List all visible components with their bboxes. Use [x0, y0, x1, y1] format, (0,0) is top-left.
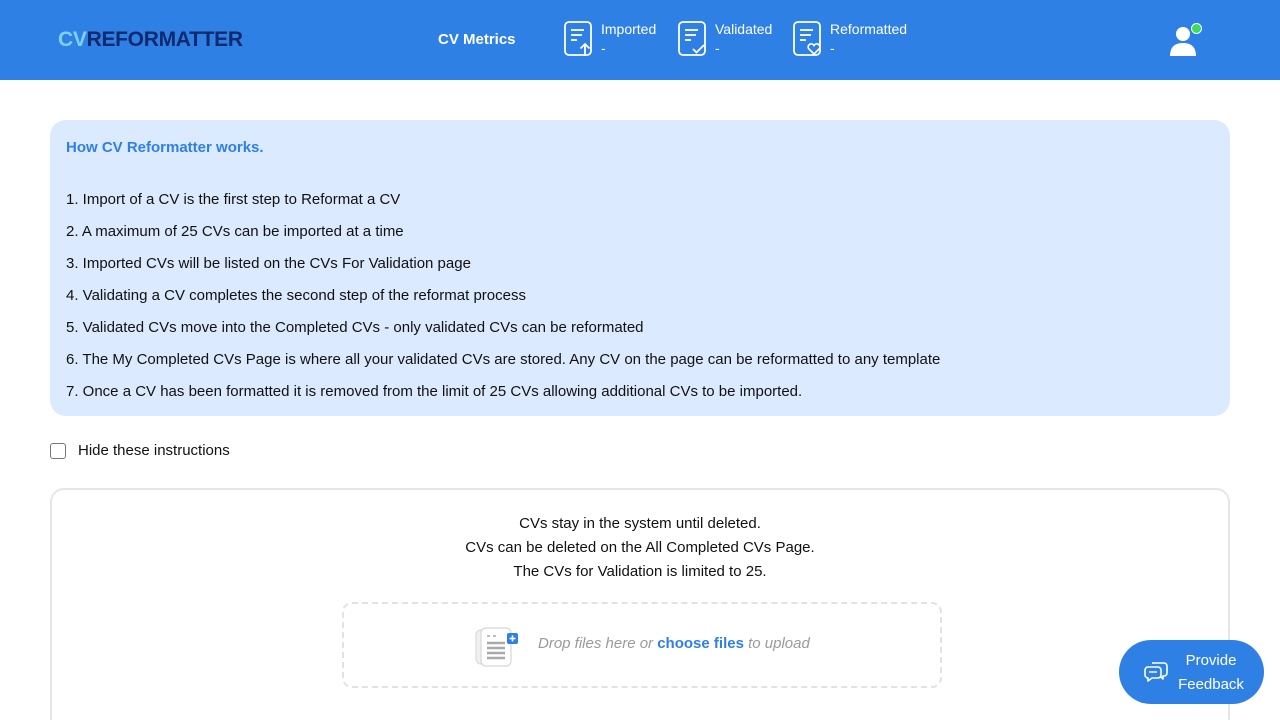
- upload-note: CVs can be deleted on the All Completed …: [465, 539, 815, 556]
- file-dropzone[interactable]: Drop files here or choose files to uploa…: [342, 602, 942, 688]
- metric-imported-label: Imported: [601, 21, 657, 37]
- document-upload-icon: [564, 21, 592, 56]
- instructions-panel: How CV Reformatter works. 1. Import of a…: [50, 120, 1230, 416]
- metric-validated-value: -: [715, 40, 720, 56]
- metric-reformatted-label: Reformatted: [830, 21, 908, 37]
- provide-feedback-button[interactable]: Provide Feedback: [1119, 640, 1264, 704]
- metric-reformatted-value: -: [830, 40, 835, 56]
- instruction-step: 2. A maximum of 25 CVs can be imported a…: [66, 223, 404, 240]
- choose-files-link[interactable]: choose files: [657, 635, 744, 652]
- app-logo[interactable]: CVREFORMATTER: [58, 28, 243, 52]
- document-heart-icon: [793, 21, 821, 56]
- instructions-title: How CV Reformatter works.: [66, 139, 264, 156]
- upload-note: The CVs for Validation is limited to 25.: [513, 563, 767, 580]
- chat-bubbles-icon: [1144, 662, 1168, 682]
- metric-validated: Validated -: [677, 20, 772, 62]
- top-navbar: CVREFORMATTER CV Metrics Imported - Vali…: [0, 0, 1280, 80]
- metric-imported-value: -: [601, 40, 606, 56]
- online-status-dot: [1191, 23, 1202, 34]
- logo-reformatter: REFORMATTER: [86, 28, 243, 51]
- instruction-step: 1. Import of a CV is the first step to R…: [66, 191, 401, 208]
- hide-instructions-checkbox[interactable]: [50, 442, 66, 459]
- logo-cv: CV: [58, 28, 87, 51]
- instruction-step: 4. Validating a CV completes the second …: [66, 287, 526, 304]
- upload-note: CVs stay in the system until deleted.: [519, 515, 761, 532]
- drop-suffix: to upload: [743, 635, 810, 652]
- instruction-step: 7. Once a CV has been formatted it is re…: [66, 383, 803, 400]
- instructions-steps: 1. Import of a CV is the first step to R…: [66, 184, 940, 408]
- drop-prefix: Drop files here or: [538, 635, 658, 652]
- instruction-step: 5. Validated CVs move into the Completed…: [66, 319, 644, 336]
- document-check-icon: [678, 21, 706, 56]
- metric-reformatted: Reformatted -: [792, 20, 907, 62]
- instruction-step: 6. The My Completed CVs Page is where al…: [66, 351, 941, 368]
- hide-instructions-label[interactable]: Hide these instructions: [78, 442, 230, 459]
- file-add-icon: [475, 627, 518, 667]
- dropzone-text: Drop files here or choose files to uploa…: [538, 635, 810, 652]
- metric-validated-label: Validated: [715, 21, 773, 37]
- metric-imported: Imported -: [563, 20, 656, 62]
- upload-notes: CVs stay in the system until deleted. CV…: [52, 512, 1228, 584]
- feedback-line2: Feedback: [1178, 676, 1244, 693]
- hide-instructions-row[interactable]: Hide these instructions: [50, 442, 230, 459]
- instruction-step: 3. Imported CVs will be listed on the CV…: [66, 255, 471, 272]
- upload-card: CVs stay in the system until deleted. CV…: [50, 488, 1230, 720]
- cv-metrics-title: CV Metrics: [438, 31, 516, 48]
- feedback-line1: Provide: [1185, 652, 1237, 669]
